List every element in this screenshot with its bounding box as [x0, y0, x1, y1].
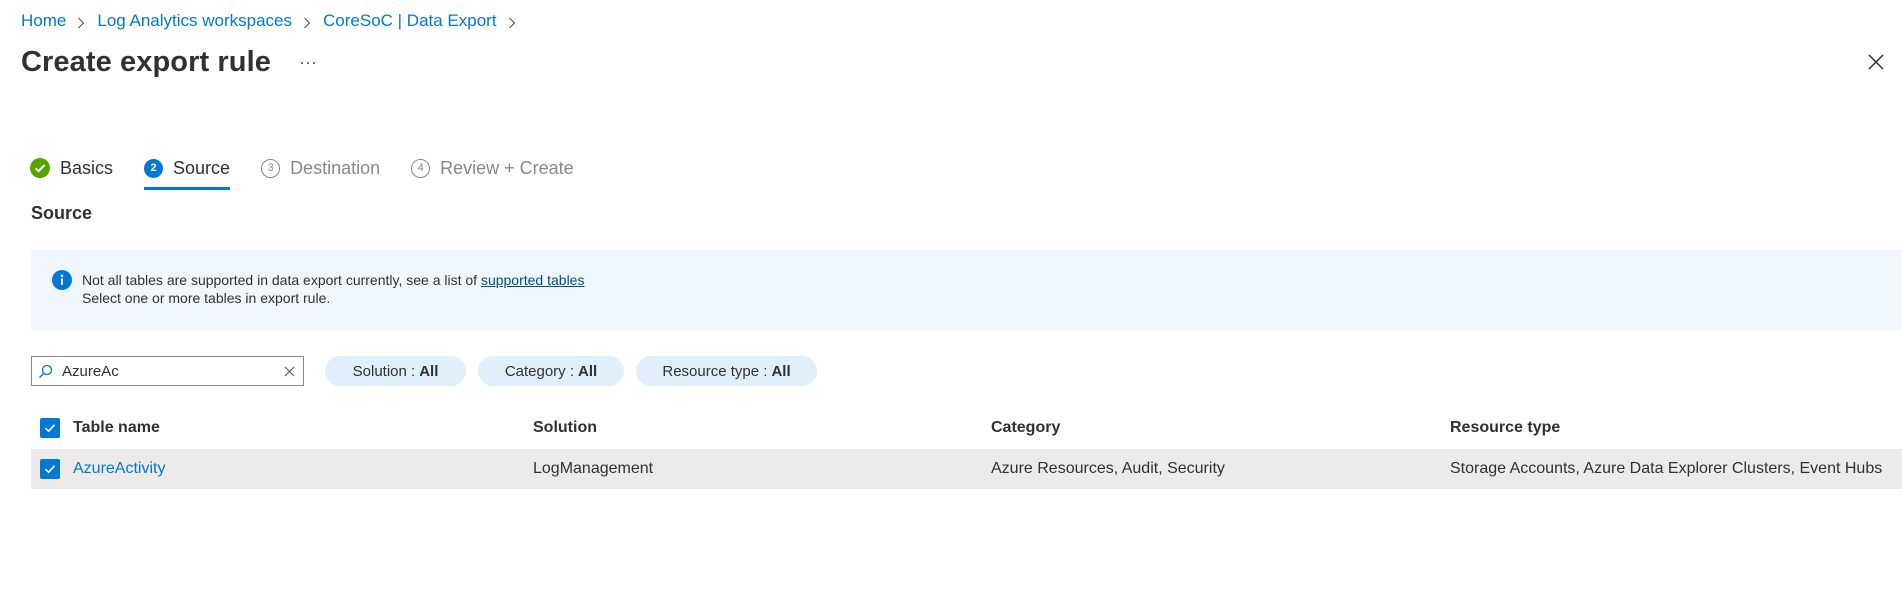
pill-label: Resource type : — [662, 362, 768, 380]
more-options-button[interactable]: ··· — [296, 50, 320, 74]
header-solution[interactable]: Solution — [533, 419, 991, 437]
header-resource-type[interactable]: Resource type — [1450, 419, 1902, 437]
search-icon — [38, 364, 53, 379]
tab-label: Destination — [290, 157, 381, 178]
section-title: Source — [31, 203, 93, 223]
tab-label: Source — [173, 157, 231, 178]
banner-line1: Not all tables are supported in data exp… — [82, 272, 481, 288]
step-badge: 4 — [411, 158, 431, 178]
banner-line2: Select one or more tables in export rule… — [82, 290, 331, 306]
table-header: Table name Solution Category Resource ty… — [31, 413, 1902, 443]
cell-resource-type: Storage Accounts, Azure Data Explorer Cl… — [1450, 460, 1883, 477]
check-circle-icon — [30, 158, 50, 178]
tab-destination[interactable]: 3 Destination — [261, 152, 380, 184]
tab-basics[interactable]: Basics — [30, 152, 113, 184]
filter-solution-pill[interactable]: Solution : All — [325, 356, 466, 386]
chevron-right-icon — [508, 17, 516, 29]
search-box — [31, 356, 304, 386]
row-checkbox[interactable] — [40, 459, 60, 479]
banner-text: Not all tables are supported in data exp… — [82, 271, 584, 307]
close-button[interactable] — [1866, 52, 1886, 72]
info-banner: Not all tables are supported in data exp… — [31, 250, 1902, 330]
cell-category: Azure Resources, Audit, Security — [991, 460, 1225, 477]
breadcrumb-data-export[interactable]: CoreSoC | Data Export — [323, 10, 497, 32]
step-badge: 3 — [261, 158, 281, 178]
breadcrumb-log-analytics[interactable]: Log Analytics workspaces — [97, 10, 292, 32]
pill-label: Solution : — [352, 362, 416, 380]
page-title: Create export rule — [21, 46, 271, 78]
pill-value: All — [771, 362, 791, 380]
table-row[interactable]: AzureActivity LogManagement Azure Resour… — [31, 449, 1902, 489]
close-icon — [1868, 54, 1884, 70]
checkmark-icon — [44, 465, 56, 474]
tab-label: Review + Create — [440, 157, 574, 178]
breadcrumb: Home Log Analytics workspaces CoreSoC | … — [21, 10, 528, 32]
header-category[interactable]: Category — [991, 419, 1450, 437]
header-table-name[interactable]: Table name — [73, 419, 533, 437]
supported-tables-link[interactable]: supported tables — [481, 272, 585, 288]
wizard-tabs: Basics 2 Source 3 Destination 4 Review +… — [30, 150, 605, 190]
filter-resource-type-pill[interactable]: Resource type : All — [636, 356, 817, 386]
cell-solution: LogManagement — [533, 460, 654, 477]
tab-source[interactable]: 2 Source — [144, 152, 231, 190]
step-badge: 2 — [144, 158, 164, 178]
search-input[interactable] — [62, 360, 262, 382]
pill-value: All — [578, 362, 598, 380]
tab-label: Basics — [60, 157, 114, 178]
filter-category-pill[interactable]: Category : All — [478, 356, 624, 386]
pill-label: Category : — [504, 362, 575, 380]
select-all-checkbox[interactable] — [40, 418, 60, 438]
tab-review-create[interactable]: 4 Review + Create — [411, 152, 574, 184]
breadcrumb-home[interactable]: Home — [21, 10, 66, 32]
pill-value: All — [419, 362, 439, 380]
checkmark-icon — [44, 424, 56, 433]
chevron-right-icon — [303, 17, 311, 29]
cell-table-name[interactable]: AzureActivity — [73, 460, 533, 478]
chevron-right-icon — [77, 17, 85, 29]
clear-icon[interactable] — [283, 365, 296, 378]
info-icon — [52, 270, 72, 290]
create-export-rule-page: Home Log Analytics workspaces CoreSoC | … — [0, 0, 1902, 607]
